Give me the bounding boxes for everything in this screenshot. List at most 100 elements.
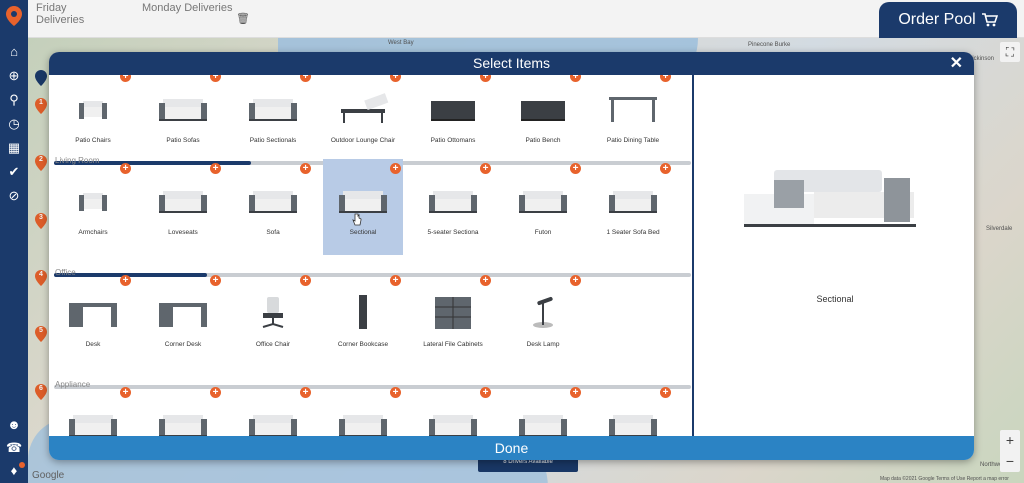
item-thumbnail	[249, 99, 297, 121]
add-item-icon[interactable]: +	[210, 163, 221, 174]
add-item-icon[interactable]: +	[390, 163, 401, 174]
close-icon[interactable]: ✕	[950, 52, 963, 75]
item-label: Corner Desk	[164, 341, 202, 348]
add-item-icon[interactable]: +	[570, 75, 581, 82]
order-pool-button[interactable]: Order Pool	[879, 2, 1017, 38]
item-tile[interactable]: + Armchairs	[53, 159, 133, 255]
item-tile[interactable]: + Patio Chairs	[53, 75, 133, 163]
add-item-icon[interactable]: +	[570, 275, 581, 286]
item-thumbnail	[435, 297, 471, 329]
add-item-icon[interactable]: +	[300, 75, 311, 82]
order-pool-label: Order Pool	[898, 11, 976, 28]
add-item-icon[interactable]: +	[570, 387, 581, 398]
top-bar: Friday Deliveries Monday Deliveries 🗑 Or…	[28, 0, 1024, 38]
item-tile[interactable]: + Sofa	[233, 159, 313, 255]
item-tile[interactable]: + Patio Sectionals	[233, 75, 313, 163]
add-item-icon[interactable]: +	[120, 275, 131, 286]
add-item-icon[interactable]: +	[300, 387, 311, 398]
add-item-icon[interactable]: +	[660, 75, 671, 82]
item-tile[interactable]: + Patio Ottomans	[413, 75, 493, 163]
add-item-icon[interactable]: +	[210, 387, 221, 398]
item-tile[interactable]: +	[323, 383, 403, 436]
item-tile[interactable]: + Office Chair	[233, 271, 313, 367]
done-button[interactable]: Done	[49, 436, 974, 460]
item-tile[interactable]: +	[143, 383, 223, 436]
clock-icon[interactable]: ◷	[6, 116, 22, 132]
item-tile[interactable]: +	[503, 383, 583, 436]
add-item-icon[interactable]: +	[300, 275, 311, 286]
item-tile[interactable]: + Loveseats	[143, 159, 223, 255]
item-label: Loveseats	[168, 229, 198, 236]
check-circle-icon[interactable]: ✔	[6, 164, 22, 180]
user-icon[interactable]: ☻	[6, 417, 22, 433]
item-tile[interactable]: + Patio Dining Table	[593, 75, 673, 163]
item-tile[interactable]: +	[233, 383, 313, 436]
item-thumbnail	[519, 191, 567, 213]
add-item-icon[interactable]: +	[480, 275, 491, 286]
calendar-icon[interactable]: ▦	[6, 140, 22, 156]
item-label: Office Chair	[255, 341, 291, 348]
trash-icon[interactable]: 🗑	[236, 12, 250, 25]
item-thumbnail	[262, 297, 284, 328]
item-thumbnail	[159, 191, 207, 213]
modal-title: Select Items	[472, 55, 551, 71]
item-thumbnail	[609, 191, 657, 213]
add-item-icon[interactable]: +	[390, 75, 401, 82]
item-tile[interactable]: +	[413, 383, 493, 436]
item-tile[interactable]: + Sectional	[323, 159, 403, 255]
add-item-icon[interactable]: +	[660, 387, 671, 398]
item-thumbnail	[431, 101, 475, 121]
tab-friday-deliveries[interactable]: Friday Deliveries	[28, 0, 124, 38]
home-icon[interactable]: ⌂	[6, 44, 22, 60]
item-tile[interactable]: + Futon	[503, 159, 583, 255]
item-tile[interactable]: +5-seater Sectiona	[413, 159, 493, 255]
item-label: Corner Bookcase	[337, 341, 389, 348]
item-tile[interactable]: +	[53, 383, 133, 436]
item-tile[interactable]: + Outdoor Lounge Chair	[323, 75, 403, 163]
item-tile[interactable]: + Desk Lamp	[503, 271, 583, 367]
add-item-icon[interactable]: +	[120, 75, 131, 82]
item-thumbnail	[429, 415, 477, 436]
item-thumbnail	[521, 101, 565, 121]
item-thumbnail	[533, 296, 553, 328]
item-thumbnail	[159, 415, 207, 436]
item-label: 1 Seater Sofa Bed	[606, 229, 660, 236]
item-tile[interactable]: + Patio Sofas	[143, 75, 223, 163]
item-tile[interactable]: +1 Seater Sofa Bed	[593, 159, 673, 255]
add-item-icon[interactable]: +	[210, 275, 221, 286]
item-label: Patio Bench	[525, 137, 561, 144]
item-label: Lateral File Cabinets	[423, 341, 483, 348]
item-label: Patio Dining Table	[606, 137, 660, 144]
item-tile[interactable]: + Corner Bookcase	[323, 271, 403, 367]
item-tile[interactable]: + Desk	[53, 271, 133, 367]
plus-circle-icon[interactable]: ⊕	[6, 68, 22, 84]
cart-icon	[981, 13, 998, 27]
add-item-icon[interactable]: +	[210, 75, 221, 82]
item-label: Outdoor Lounge Chair	[330, 137, 396, 144]
item-tile[interactable]: + Lateral File Cabinets	[413, 271, 493, 367]
add-item-icon[interactable]: +	[570, 163, 581, 174]
add-item-icon[interactable]: +	[480, 387, 491, 398]
add-item-icon[interactable]: +	[390, 275, 401, 286]
item-tile[interactable]: + Patio Bench	[503, 75, 583, 163]
add-item-icon[interactable]: +	[120, 163, 131, 174]
add-item-icon[interactable]: +	[120, 387, 131, 398]
item-tile[interactable]: + Corner Desk	[143, 271, 223, 367]
add-item-icon[interactable]: +	[660, 163, 671, 174]
item-thumbnail	[69, 415, 117, 436]
search-icon[interactable]: ⚲	[6, 92, 22, 108]
item-tile[interactable]: +	[593, 383, 673, 436]
ban-icon[interactable]: ⊘	[6, 188, 22, 204]
items-panel[interactable]: + Patio Chairs + Patio Sofas + Patio Sectiona…	[49, 75, 694, 436]
add-item-icon[interactable]: +	[390, 387, 401, 398]
add-item-icon[interactable]: +	[300, 163, 311, 174]
headset-icon[interactable]: ☎	[6, 440, 22, 456]
item-thumbnail	[249, 415, 297, 436]
item-label: Desk	[85, 341, 101, 348]
add-item-icon[interactable]: +	[480, 75, 491, 82]
modal-body: + Patio Chairs + Patio Sofas + Patio Sectiona…	[49, 75, 974, 436]
item-thumbnail	[79, 193, 107, 211]
item-label: 5-seater Sectiona	[427, 229, 479, 236]
add-item-icon[interactable]: +	[480, 163, 491, 174]
item-thumbnail	[159, 99, 207, 121]
